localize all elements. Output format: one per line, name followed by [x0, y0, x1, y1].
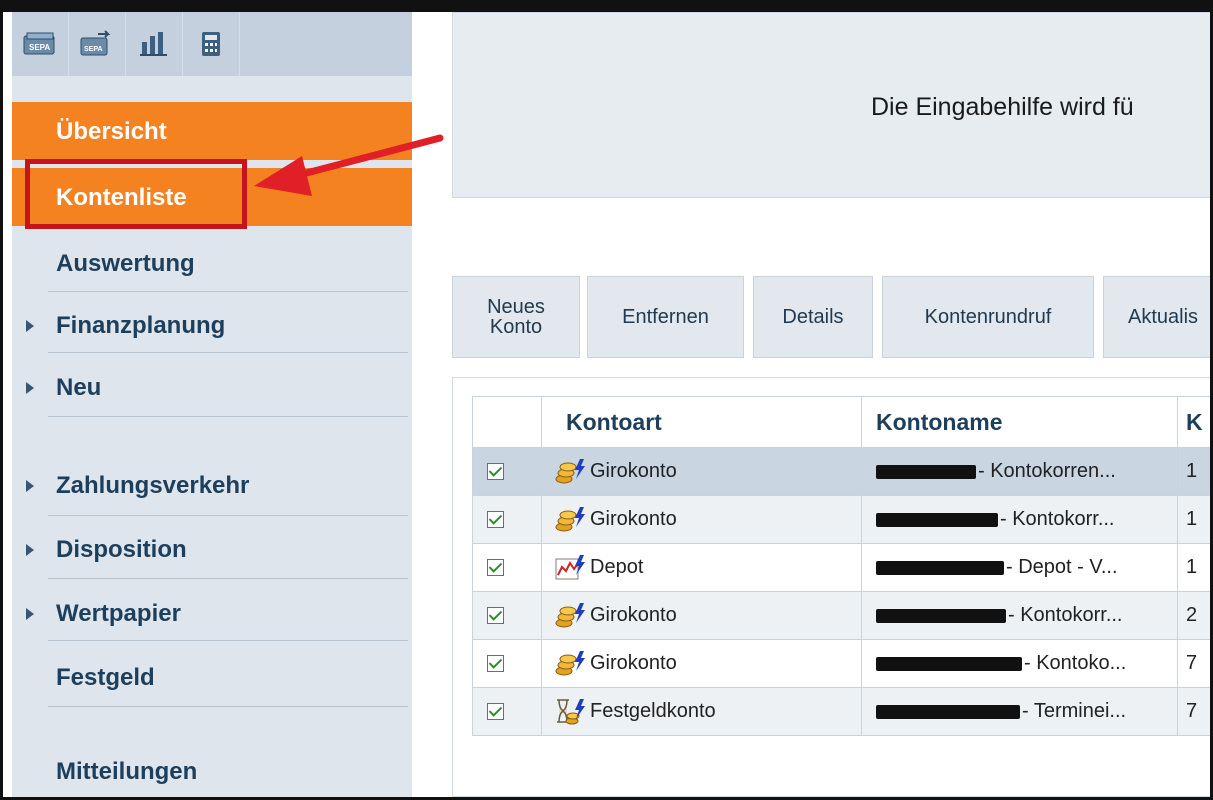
screenshot-frame: [0, 0, 1213, 800]
